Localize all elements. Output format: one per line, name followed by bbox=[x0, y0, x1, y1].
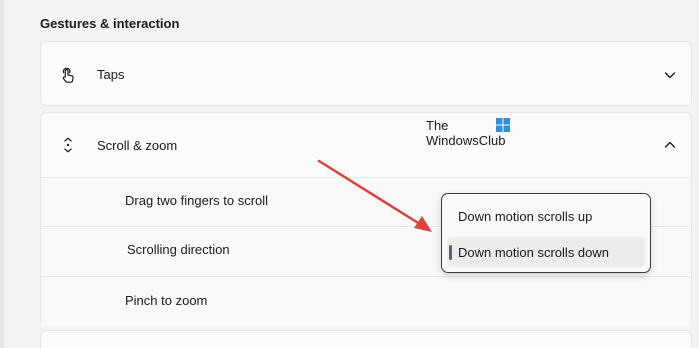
settings-page: Gestures & interaction Taps Scroll & zoo… bbox=[0, 0, 699, 348]
selected-indicator bbox=[449, 245, 452, 260]
setting-pinch-to-zoom[interactable]: Pinch to zoom bbox=[41, 276, 691, 326]
left-edge bbox=[0, 0, 4, 348]
scrolling-direction-dropdown[interactable]: Down motion scrolls up Down motion scrol… bbox=[441, 193, 651, 273]
option-label: Down motion scrolls down bbox=[458, 244, 610, 260]
option-scrolls-down[interactable]: Down motion scrolls down bbox=[447, 237, 645, 267]
setting-label: Pinch to zoom bbox=[125, 293, 208, 308]
chevron-up-icon[interactable] bbox=[663, 138, 677, 152]
scroll-zoom-label: Scroll & zoom bbox=[97, 137, 178, 153]
taps-row[interactable]: Taps bbox=[41, 42, 691, 107]
scroll-zoom-row[interactable]: Scroll & zoom bbox=[41, 113, 691, 177]
chevron-down-icon[interactable] bbox=[663, 68, 677, 82]
setting-label: Drag two fingers to scroll bbox=[125, 193, 269, 208]
watermark: The WindowsClub bbox=[426, 118, 510, 148]
taps-label: Taps bbox=[97, 67, 125, 82]
watermark-line2: WindowsClub bbox=[426, 133, 506, 148]
scroll-updown-icon bbox=[64, 137, 72, 153]
tap-icon bbox=[62, 67, 74, 83]
setting-label: Scrolling direction bbox=[127, 242, 230, 257]
option-scrolls-up[interactable]: Down motion scrolls up bbox=[447, 201, 645, 231]
watermark-logo-icon bbox=[496, 118, 510, 132]
next-card[interactable] bbox=[40, 330, 692, 348]
watermark-line1: The bbox=[426, 118, 449, 133]
taps-card[interactable]: Taps bbox=[40, 41, 692, 106]
section-title: Gestures & interaction bbox=[40, 16, 180, 31]
option-label: Down motion scrolls up bbox=[458, 208, 593, 224]
